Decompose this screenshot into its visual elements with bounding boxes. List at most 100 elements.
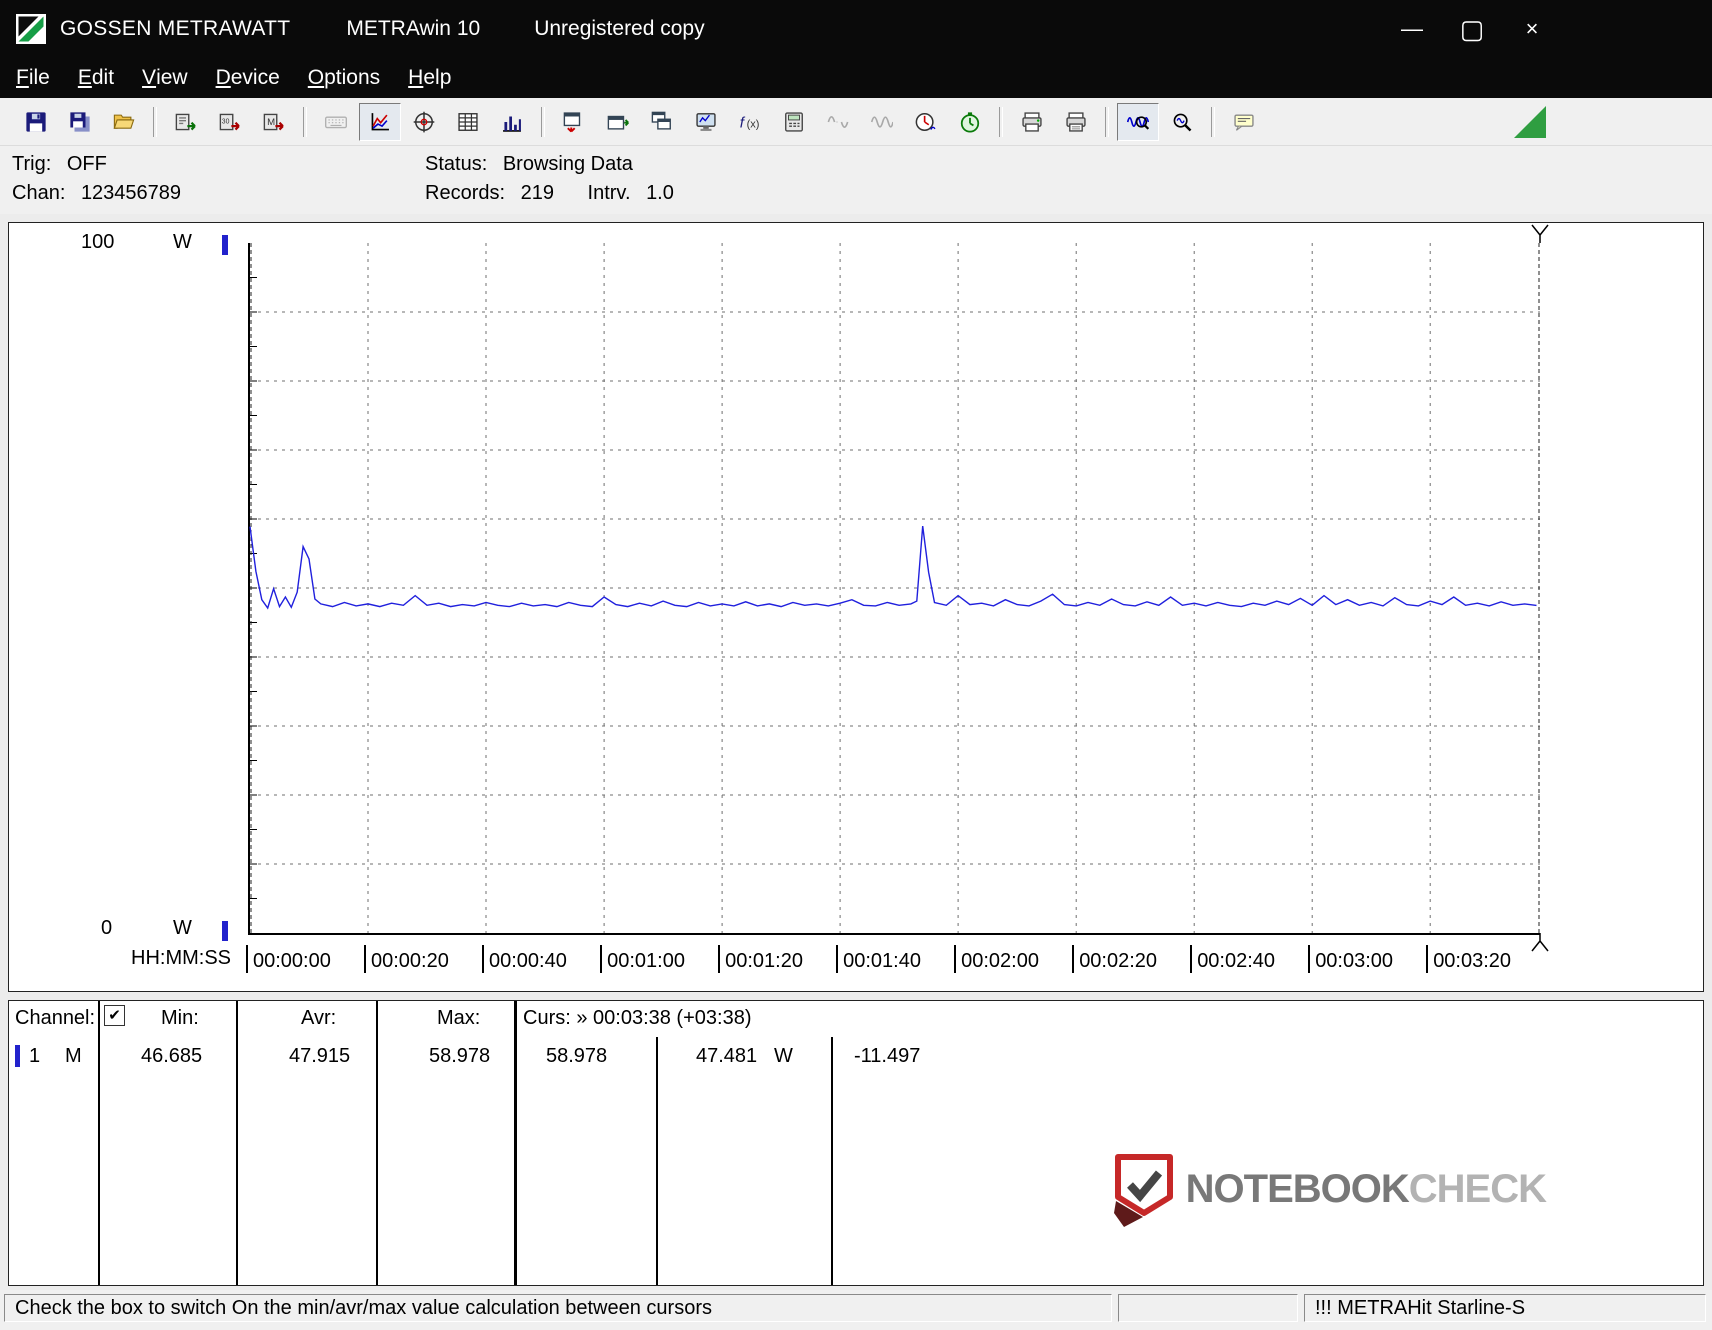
x-tick-label: 00:01:00 xyxy=(600,945,685,973)
channel-id: 1 xyxy=(29,1045,41,1067)
menu-device[interactable]: Device xyxy=(202,58,294,98)
titlebar-brand: GOSSEN METRAWATT xyxy=(60,17,291,40)
print-report-icon xyxy=(1066,111,1086,132)
metrawin-window: GOSSEN METRAWATT METRAwin 10 Unregistere… xyxy=(0,0,1712,1330)
toolbar-wave-continuous-button[interactable] xyxy=(861,103,903,141)
cursor-delta-value: -11.497 xyxy=(854,1045,921,1067)
cursor-max-value: 58.978 xyxy=(546,1045,608,1067)
toolbar-save-datasets-button[interactable] xyxy=(59,103,101,141)
export-device-icon xyxy=(175,113,196,130)
trig-label: Trig: xyxy=(12,153,52,175)
resize-grip-triangle[interactable] xyxy=(1514,106,1546,138)
menu-view[interactable]: View xyxy=(128,58,202,98)
toolbar-separator xyxy=(1211,106,1215,137)
menu-help[interactable]: Help xyxy=(394,58,465,98)
toolbar-view-scope-button[interactable] xyxy=(403,103,445,141)
titlebar-app-name: METRAwin 10 xyxy=(346,17,481,40)
x-tick-labels: 00:00:00 00:00:20 00:00:40 00:01:00 00:01:20… xyxy=(246,945,1538,979)
device-display-icon xyxy=(785,111,803,132)
chart-panel: 100 W 0 W HH:MM:SS 00:00:00 00:00:20 00:00… xyxy=(8,222,1704,992)
svg-text:f: f xyxy=(740,114,746,131)
note-label-icon xyxy=(1234,113,1254,131)
toolbar-window-transfer-button[interactable] xyxy=(553,103,595,141)
y-min-label: 0 xyxy=(101,917,113,939)
toolbar-separator xyxy=(1105,106,1109,137)
toolbar-monitor-online-button[interactable] xyxy=(685,103,727,141)
table-divider xyxy=(376,1001,378,1285)
x-tick-label: 00:02:20 xyxy=(1072,945,1157,973)
toolbar-meter-clock-button[interactable] xyxy=(905,103,947,141)
info-panel: Trig: OFF Chan: 123456789 Status: Browsi… xyxy=(0,146,1712,214)
records-label: Records: xyxy=(425,182,506,204)
export-m-icon: M xyxy=(263,113,284,130)
cursor-reading-unit: W xyxy=(774,1045,793,1067)
menu-edit[interactable]: Edit xyxy=(64,58,128,98)
x-tick-label: 00:03:00 xyxy=(1308,945,1393,973)
toolbar-device-display-button[interactable] xyxy=(773,103,815,141)
toolbar-view-line-chart-button[interactable] xyxy=(359,102,401,141)
meter-clock-icon xyxy=(915,112,936,131)
toolbar-zoom-horizontal-button[interactable] xyxy=(1117,102,1159,141)
wave-continuous-icon xyxy=(871,115,893,128)
monitor-online-icon xyxy=(696,112,716,131)
timer-green-icon xyxy=(960,111,980,133)
toolbar-zoom-lens-button[interactable] xyxy=(1161,103,1203,141)
device-name: !!! METRAHit Starline-S xyxy=(1315,1296,1526,1319)
y-unit-top-label: W xyxy=(173,231,192,253)
interval-value: 1.0 xyxy=(646,182,674,204)
maximize-button[interactable]: ▢ xyxy=(1442,0,1502,58)
toolbar: 30 Mf (x) xyxy=(0,98,1712,146)
avr-header: Avr: xyxy=(301,1007,337,1029)
svg-text:(x): (x) xyxy=(747,118,760,130)
toolbar-separator xyxy=(153,106,157,137)
toolbar-save-button[interactable] xyxy=(15,103,57,141)
channel-marker-top xyxy=(222,235,228,255)
status-device-segment: !!! METRAHit Starline-S xyxy=(1304,1294,1706,1322)
toolbar-note-label-button[interactable] xyxy=(1223,103,1265,141)
toolbar-export-memory-button[interactable]: 30 xyxy=(209,103,251,141)
titlebar-license-note: Unregistered copy xyxy=(534,17,705,40)
menu-bar: File Edit View Device Options Help xyxy=(0,58,1712,98)
zoom-horizontal-icon xyxy=(1127,115,1149,130)
formula-fx-icon: f (x) xyxy=(740,114,760,131)
x-tick-label: 00:00:20 xyxy=(364,945,449,973)
wave-segment-icon xyxy=(827,115,849,128)
zoom-lens-icon xyxy=(1173,113,1192,131)
save-icon xyxy=(26,111,46,132)
table-divider xyxy=(98,1001,100,1285)
status-value: Browsing Data xyxy=(502,153,633,175)
toolbar-open-file-button[interactable] xyxy=(103,103,145,141)
toolbar-timer-green-button[interactable] xyxy=(949,103,991,141)
svg-text:30: 30 xyxy=(222,118,230,125)
toolbar-keyboard-button[interactable] xyxy=(315,103,357,141)
channel-checkbox[interactable]: ✔ xyxy=(104,1005,125,1026)
x-tick-label: 00:00:40 xyxy=(482,945,567,973)
window-controls: — ▢ × xyxy=(1382,0,1712,58)
toolbar-window-cascade-button[interactable] xyxy=(641,103,683,141)
notebookcheck-logo-icon xyxy=(1113,1154,1173,1227)
toolbar-window-transfer-alt-button[interactable] xyxy=(597,103,639,141)
y-unit-bottom-label: W xyxy=(173,917,192,939)
toolbar-print-report-button[interactable] xyxy=(1055,103,1097,141)
toolbar-print-graph-button[interactable] xyxy=(1011,103,1053,141)
toolbar-view-table-button[interactable] xyxy=(447,103,489,141)
trigger-channel-info: Trig: OFF Chan: 123456789 xyxy=(12,150,181,208)
channel-mode: M xyxy=(65,1045,82,1067)
minimize-button[interactable]: — xyxy=(1382,0,1442,58)
records-value: 219 xyxy=(520,182,554,204)
toolbar-wave-segment-button[interactable] xyxy=(817,103,859,141)
toolbar-view-bar-meter-button[interactable] xyxy=(491,103,533,141)
plot-area[interactable] xyxy=(248,224,1549,952)
menu-file[interactable]: File xyxy=(2,58,64,98)
cursor-header: Curs: » 00:03:38 (+03:38) xyxy=(523,1007,752,1029)
toolbar-export-m-button[interactable]: M xyxy=(253,103,295,141)
watermark-text-check: CHECK xyxy=(1408,1166,1547,1211)
power-chart-svg xyxy=(249,224,1549,952)
close-button[interactable]: × xyxy=(1502,0,1562,58)
toolbar-formula-fx-button[interactable]: f (x) xyxy=(729,103,771,141)
toolbar-export-device-button[interactable] xyxy=(165,103,207,141)
x-axis-row: HH:MM:SS 00:00:00 00:00:20 00:00:40 00:01:0… xyxy=(9,945,1703,979)
table-header-row: Channel: ✔ Min: Avr: Max: Curs: » 00:03:… xyxy=(9,1005,1703,1037)
chan-value: 123456789 xyxy=(80,182,182,204)
menu-options[interactable]: Options xyxy=(294,58,394,98)
